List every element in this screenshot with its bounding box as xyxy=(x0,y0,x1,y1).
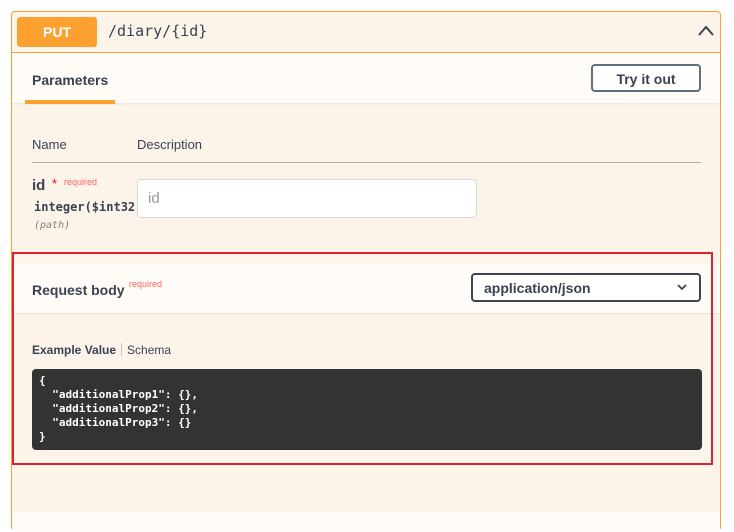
request-body-header: Request body required application/json xyxy=(12,263,720,313)
endpoint-path: /diary/{id} xyxy=(108,22,208,40)
tab-example-value[interactable]: Example Value xyxy=(32,343,116,357)
param-type: integer($int32) xyxy=(34,200,143,214)
param-location: (path) xyxy=(34,220,71,231)
param-required-label: required xyxy=(64,177,98,187)
content-type-value: application/json xyxy=(484,280,591,296)
id-input[interactable] xyxy=(137,179,477,218)
code-line: "additionalProp2": {}, xyxy=(39,402,198,415)
request-body-title: Request body xyxy=(32,282,125,298)
code-line: "additionalProp1": {}, xyxy=(39,388,198,401)
tab-parameters[interactable]: Parameters xyxy=(32,72,108,88)
active-tab-indicator xyxy=(25,100,115,104)
example-code-block[interactable]: { "additionalProp1": {}, "additionalProp… xyxy=(32,369,702,450)
next-section-header xyxy=(12,512,720,532)
code-line: { xyxy=(39,374,46,387)
example-tabs: Example Value Schema xyxy=(32,343,171,357)
column-header-description: Description xyxy=(137,137,203,152)
chevron-down-icon xyxy=(677,284,687,291)
header-divider xyxy=(32,162,701,163)
tab-schema[interactable]: Schema xyxy=(127,343,171,357)
content-type-select[interactable]: application/json xyxy=(471,273,701,302)
method-badge: PUT xyxy=(17,17,97,47)
tab-separator xyxy=(121,343,123,356)
parameters-header: Parameters Try it out xyxy=(12,53,720,104)
chevron-up-icon[interactable] xyxy=(697,24,715,38)
request-body-required: required xyxy=(129,279,163,289)
required-star: * xyxy=(52,176,58,191)
column-header-name: Name xyxy=(32,137,67,152)
opblock-summary[interactable]: PUT /diary/{id} xyxy=(12,12,720,53)
param-name: id xyxy=(32,177,46,194)
code-line: } xyxy=(39,430,46,443)
opblock-put: PUT /diary/{id} Parameters Try it out Na… xyxy=(11,11,721,532)
code-line: "additionalProp3": {} xyxy=(39,416,192,429)
try-it-out-button[interactable]: Try it out xyxy=(591,64,701,92)
